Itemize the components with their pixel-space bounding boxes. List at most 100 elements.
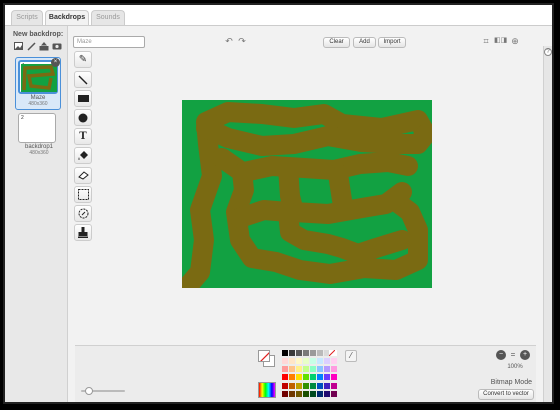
palette-swatch[interactable]: [289, 350, 295, 356]
palette-swatch[interactable]: [303, 350, 309, 356]
backdrop-number: 2: [21, 115, 24, 121]
select-tool-icon[interactable]: [74, 186, 92, 203]
palette-swatch[interactable]: [331, 358, 337, 365]
palette-swatch[interactable]: [303, 390, 309, 397]
flip-horizontal-icon[interactable]: ◧◨: [494, 35, 507, 47]
palette-swatch[interactable]: [317, 366, 323, 373]
palette-swatch[interactable]: [317, 390, 323, 397]
palette-swatch[interactable]: [303, 374, 309, 381]
palette-swatch[interactable]: [289, 382, 295, 389]
palette-swatch[interactable]: [282, 390, 288, 397]
rectangle-tool-icon[interactable]: [74, 90, 92, 107]
color-swatches: [258, 350, 276, 368]
brush-size-slider[interactable]: [81, 386, 125, 396]
backdrop-thumbnail: 2: [18, 113, 56, 143]
color-palette: [282, 350, 338, 398]
palette-swatch[interactable]: [303, 358, 309, 365]
color-picker-icon[interactable]: [258, 382, 276, 398]
palette-swatch[interactable]: [303, 382, 309, 389]
paint-options-bar: ⁄ − = + 100% Bitmap Mode Convert to vect…: [75, 345, 536, 402]
import-button[interactable]: Import: [378, 37, 406, 48]
palette-swatch[interactable]: [289, 358, 295, 365]
new-backdrop-label: New backdrop:: [13, 31, 64, 38]
eyedropper-icon[interactable]: ⁄: [345, 350, 357, 362]
paint-canvas[interactable]: [182, 100, 432, 288]
delete-icon[interactable]: ×: [51, 58, 60, 67]
fill-tool-icon[interactable]: [74, 147, 92, 164]
palette-swatch[interactable]: [289, 374, 295, 381]
backdrop-size: 480x360: [29, 150, 49, 156]
camera-icon[interactable]: [52, 41, 62, 51]
palette-swatch[interactable]: [317, 382, 323, 389]
palette-swatch[interactable]: [317, 358, 323, 365]
palette-swatch[interactable]: [289, 390, 295, 397]
tab-sounds[interactable]: Sounds: [91, 10, 125, 25]
eraser-tool-icon[interactable]: [74, 167, 92, 184]
undo-icon[interactable]: ↶: [223, 35, 235, 47]
help-icon[interactable]: ?: [544, 48, 552, 56]
palette-swatch[interactable]: [324, 390, 330, 397]
palette-swatch[interactable]: [289, 366, 295, 373]
backdrop-name-input[interactable]: Maze: [73, 36, 145, 48]
select-remove-background-icon[interactable]: [74, 205, 92, 222]
convert-to-vector-button[interactable]: Convert to vector: [478, 389, 534, 400]
palette-swatch[interactable]: [324, 366, 330, 373]
transparent-color-icon[interactable]: [328, 349, 336, 357]
zoom-out-icon[interactable]: −: [496, 350, 506, 360]
palette-swatch[interactable]: [310, 366, 316, 373]
brush-tool-icon[interactable]: ✎: [74, 51, 92, 68]
palette-swatch[interactable]: [317, 374, 323, 381]
stamp-tool-icon[interactable]: [74, 224, 92, 241]
palette-swatch[interactable]: [324, 358, 330, 365]
redo-icon[interactable]: ↷: [236, 35, 248, 47]
mode-label: Bitmap Mode: [490, 379, 532, 386]
brush-icon[interactable]: [26, 41, 36, 51]
clear-button[interactable]: Clear: [323, 37, 350, 48]
palette-swatch[interactable]: [296, 366, 302, 373]
palette-swatch[interactable]: [296, 382, 302, 389]
palette-swatch[interactable]: [296, 358, 302, 365]
zoom-reset-icon[interactable]: =: [508, 350, 518, 360]
paint-icon[interactable]: [13, 41, 23, 51]
upload-icon[interactable]: [39, 41, 49, 51]
palette-swatch[interactable]: [331, 366, 337, 373]
tab-scripts[interactable]: Scripts: [11, 10, 43, 25]
line-tool-icon[interactable]: [74, 71, 92, 88]
palette-swatch[interactable]: [310, 374, 316, 381]
palette-swatch[interactable]: [303, 366, 309, 373]
palette-swatch[interactable]: [282, 374, 288, 381]
ellipse-tool-icon[interactable]: [74, 109, 92, 126]
backdrop-thumbnail: 1 ×: [18, 58, 60, 94]
palette-swatch[interactable]: [282, 382, 288, 389]
palette-swatch[interactable]: [331, 382, 337, 389]
palette-swatch[interactable]: [324, 374, 330, 381]
palette-swatch[interactable]: [310, 390, 316, 397]
editor-area: New backdrop: 1: [5, 25, 552, 402]
palette-swatch[interactable]: [296, 374, 302, 381]
palette-swatch[interactable]: [324, 382, 330, 389]
palette-swatch[interactable]: [282, 366, 288, 373]
backdrop-item-maze[interactable]: 1 × Maze 480x360: [15, 57, 61, 110]
scrollbar[interactable]: ?: [543, 46, 552, 402]
slider-handle[interactable]: [85, 387, 93, 395]
palette-swatch[interactable]: [282, 358, 288, 365]
primary-color-swatch[interactable]: [258, 350, 270, 362]
palette-swatch[interactable]: [310, 350, 316, 356]
palette-swatch[interactable]: [296, 350, 302, 356]
tab-backdrops[interactable]: Backdrops: [45, 10, 89, 26]
text-tool-icon[interactable]: T: [74, 128, 92, 145]
palette-swatch[interactable]: [310, 382, 316, 389]
zoom-in-icon[interactable]: +: [520, 350, 530, 360]
palette-swatch[interactable]: [296, 390, 302, 397]
maze-drawing: [182, 102, 432, 288]
add-button[interactable]: Add: [353, 37, 376, 48]
palette-swatch[interactable]: [331, 374, 337, 381]
palette-swatch[interactable]: [310, 358, 316, 365]
palette-swatch[interactable]: [317, 350, 323, 356]
zoom-controls: − = +: [496, 350, 532, 360]
crop-icon[interactable]: ⌗: [480, 35, 492, 47]
set-center-icon[interactable]: ⊕: [509, 35, 521, 47]
palette-swatch[interactable]: [331, 390, 337, 397]
palette-swatch[interactable]: [282, 350, 288, 356]
backdrop-item-backdrop1[interactable]: 2 backdrop1 480x360: [18, 113, 60, 156]
